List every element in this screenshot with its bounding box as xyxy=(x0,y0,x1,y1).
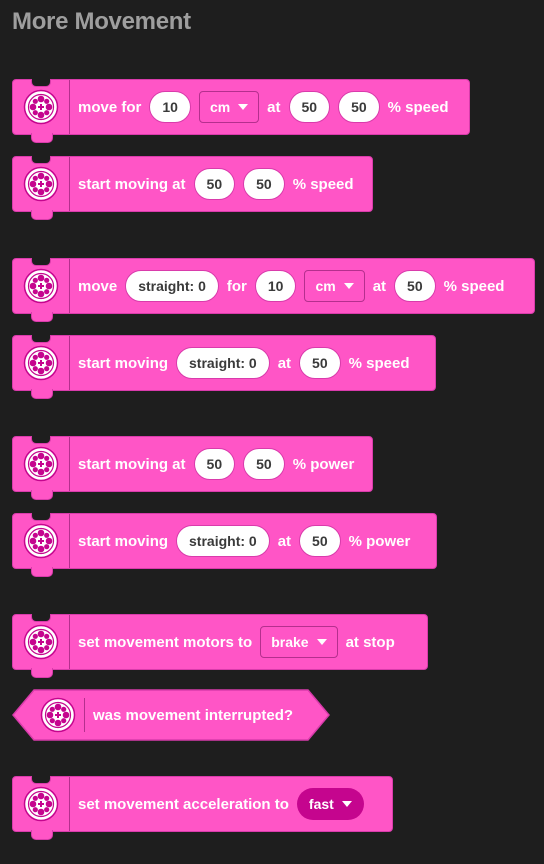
left-speed-input[interactable]: 50 xyxy=(193,168,236,200)
block-text: at xyxy=(277,532,292,550)
movement-interrupted-block[interactable]: was movement interrupted? xyxy=(12,689,330,741)
movement-wheel-icon xyxy=(13,437,70,491)
movement-wheel-icon xyxy=(13,514,70,568)
caret-down-icon xyxy=(341,801,352,807)
right-speed-input[interactable]: 50 xyxy=(338,91,380,123)
right-power-input[interactable]: 50 xyxy=(243,448,285,480)
start-moving-at-power-block[interactable]: start moving at 50 50 % power xyxy=(12,436,373,500)
block-text: % speed xyxy=(292,175,354,193)
block-text: at xyxy=(277,354,292,372)
block-text: % power xyxy=(292,455,355,473)
speed-input[interactable]: 50 xyxy=(299,347,341,379)
steer-input[interactable]: straight: 0 xyxy=(176,347,270,379)
movement-wheel-icon xyxy=(32,697,85,733)
set-motors-stop-block[interactable]: set movement motors to brake at stop xyxy=(12,614,428,678)
unit-value: cm xyxy=(209,99,231,115)
block-text: set movement acceleration to xyxy=(78,795,289,813)
stop-action-value: brake xyxy=(271,634,309,650)
right-speed-input[interactable]: 50 xyxy=(243,168,285,200)
category-title: More Movement xyxy=(12,8,191,35)
movement-wheel-icon xyxy=(13,336,70,390)
block-text: for xyxy=(226,277,247,295)
move-steer-block[interactable]: move straight: 0 for 10 cm at 50 % speed xyxy=(12,258,535,322)
caret-down-icon xyxy=(238,104,249,110)
block-text: % power xyxy=(348,532,411,550)
power-input[interactable]: 50 xyxy=(299,525,341,557)
movement-wheel-icon xyxy=(13,157,70,211)
block-text: at xyxy=(267,98,281,116)
movement-wheel-icon xyxy=(13,80,70,134)
block-text: start moving at xyxy=(78,175,186,193)
distance-input[interactable]: 10 xyxy=(149,91,191,123)
block-text: % speed xyxy=(443,277,505,295)
move-for-block[interactable]: move for 10 cm at 50 50 % speed xyxy=(12,79,470,143)
stop-action-dropdown[interactable]: brake xyxy=(260,626,338,658)
block-text: start moving at xyxy=(78,455,186,473)
steer-input[interactable]: straight: 0 xyxy=(176,525,270,557)
acceleration-dropdown[interactable]: fast xyxy=(296,788,364,820)
block-text: set movement motors to xyxy=(78,633,253,651)
caret-down-icon xyxy=(343,283,354,289)
left-power-input[interactable]: 50 xyxy=(193,448,236,480)
block-text: % speed xyxy=(348,354,410,372)
unit-value: cm xyxy=(315,278,336,294)
block-text: was movement interrupted? xyxy=(93,706,294,724)
distance-input[interactable]: 10 xyxy=(254,270,297,302)
block-text: start moving xyxy=(78,354,169,372)
block-text: % speed xyxy=(387,98,449,116)
block-text: at xyxy=(372,277,387,295)
left-speed-input[interactable]: 50 xyxy=(288,91,331,123)
unit-dropdown[interactable]: cm xyxy=(304,270,365,302)
block-text: move for xyxy=(78,98,142,116)
speed-input[interactable]: 50 xyxy=(394,270,436,302)
movement-wheel-icon xyxy=(13,259,70,313)
movement-wheel-icon xyxy=(13,777,70,831)
block-text: at stop xyxy=(345,633,395,651)
movement-wheel-icon xyxy=(13,615,70,669)
steer-input[interactable]: straight: 0 xyxy=(125,270,219,302)
block-text: start moving xyxy=(78,532,169,550)
set-acceleration-block[interactable]: set movement acceleration to fast xyxy=(12,776,393,840)
caret-down-icon xyxy=(316,639,327,645)
start-moving-steer-power-block[interactable]: start moving straight: 0 at 50 % power xyxy=(12,513,437,577)
start-moving-at-speed-block[interactable]: start moving at 50 50 % speed xyxy=(12,156,373,220)
block-text: move xyxy=(78,277,118,295)
unit-dropdown[interactable]: cm xyxy=(198,91,260,123)
start-moving-steer-speed-block[interactable]: start moving straight: 0 at 50 % speed xyxy=(12,335,436,399)
acceleration-value: fast xyxy=(308,796,334,812)
